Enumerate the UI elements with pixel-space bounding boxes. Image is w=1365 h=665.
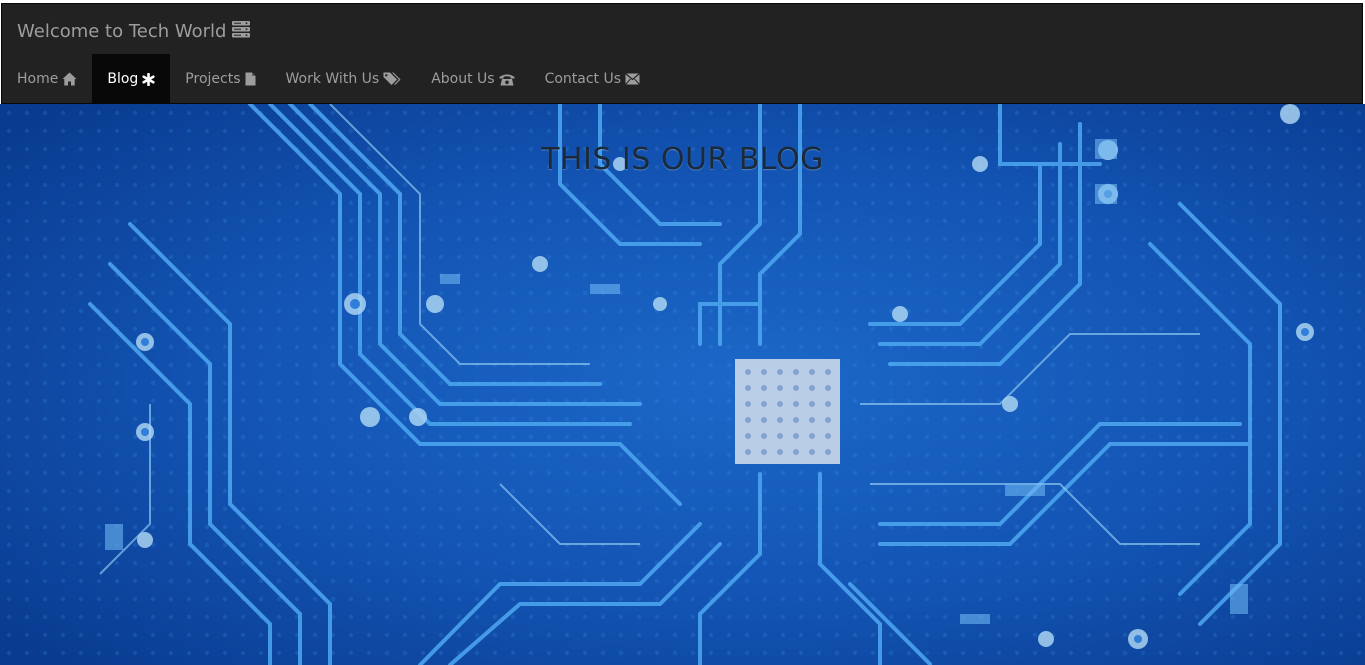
- nav-item-blog[interactable]: Blog: [92, 54, 171, 104]
- circuit-board-image: [0, 104, 1365, 665]
- nav-item-work-with-us[interactable]: Work With Us: [271, 54, 417, 104]
- nav-item-home[interactable]: Home: [2, 54, 92, 104]
- nav-item-label: Projects: [185, 71, 241, 87]
- nav-item-label: Work With Us: [285, 71, 380, 87]
- server-icon: [232, 20, 251, 43]
- envelope-icon: [625, 73, 640, 85]
- brand-title: Welcome to Tech World: [17, 20, 227, 42]
- page-title: THIS IS OUR BLOG: [541, 142, 824, 177]
- nav-item-about-us[interactable]: About Us: [416, 54, 529, 104]
- nav-item-label: Contact Us: [544, 71, 622, 87]
- nav-item-projects[interactable]: Projects: [170, 54, 270, 104]
- brand-link[interactable]: Welcome to Tech World: [17, 19, 251, 43]
- top-navbar: Welcome to Tech World Home Blog Projects…: [1, 3, 1363, 104]
- nav-item-label: Blog: [107, 71, 139, 87]
- nav-item-label: About Us: [431, 71, 495, 87]
- asterisk-icon: [142, 72, 155, 86]
- main-nav: Home Blog Projects Work With Us About Us…: [2, 54, 655, 104]
- home-icon: [62, 72, 77, 86]
- hero-banner: THIS IS OUR BLOG: [0, 104, 1365, 665]
- nav-item-label: Home: [17, 71, 59, 87]
- tags-icon: [383, 72, 401, 86]
- phone-icon: [499, 73, 515, 86]
- nav-item-contact-us[interactable]: Contact Us: [530, 54, 655, 104]
- file-icon: [245, 72, 256, 86]
